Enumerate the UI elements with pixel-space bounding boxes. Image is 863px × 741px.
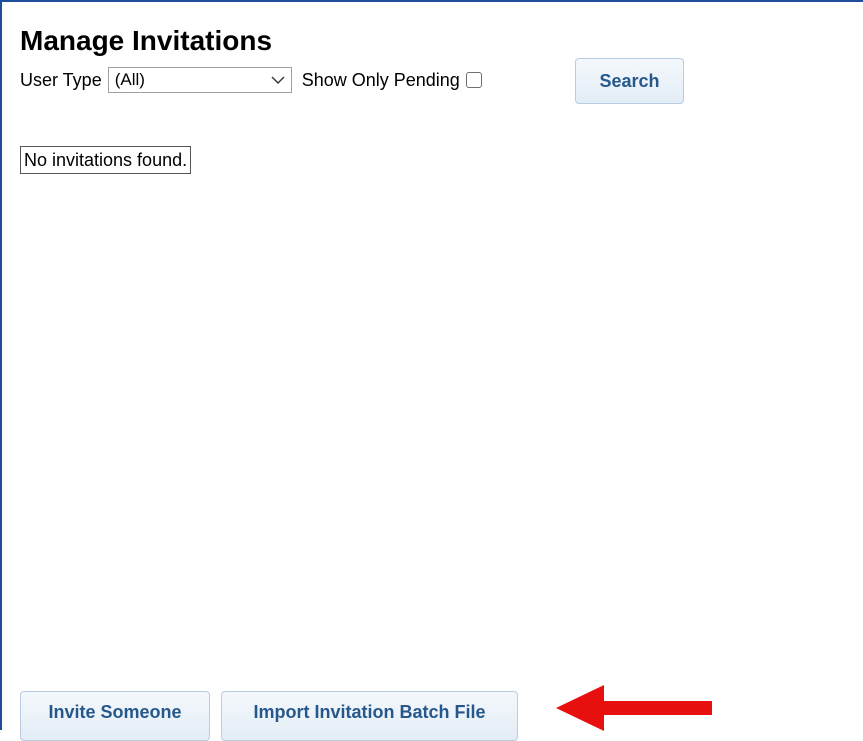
page-title: Manage Invitations xyxy=(20,25,273,56)
no-invitations-message: No invitations found. xyxy=(20,146,192,174)
show-only-pending-label: Show Only Pending xyxy=(301,69,460,90)
user-type-selected-value: (All) xyxy=(114,70,145,89)
search-button[interactable]: Search xyxy=(575,58,684,104)
filter-row: User Type (All) Show Only Pending xyxy=(20,66,482,94)
show-only-pending-checkbox[interactable] xyxy=(465,72,482,88)
chevron-down-icon xyxy=(271,76,285,84)
page-frame: Manage Invitations User Type (All) Show … xyxy=(0,0,863,741)
left-arrow-icon xyxy=(556,685,712,731)
user-type-label: User Type xyxy=(20,69,102,90)
import-invitation-batch-file-button[interactable]: Import Invitation Batch File xyxy=(221,691,518,741)
invite-someone-button[interactable]: Invite Someone xyxy=(20,691,210,741)
user-type-select[interactable]: (All) xyxy=(107,67,292,93)
